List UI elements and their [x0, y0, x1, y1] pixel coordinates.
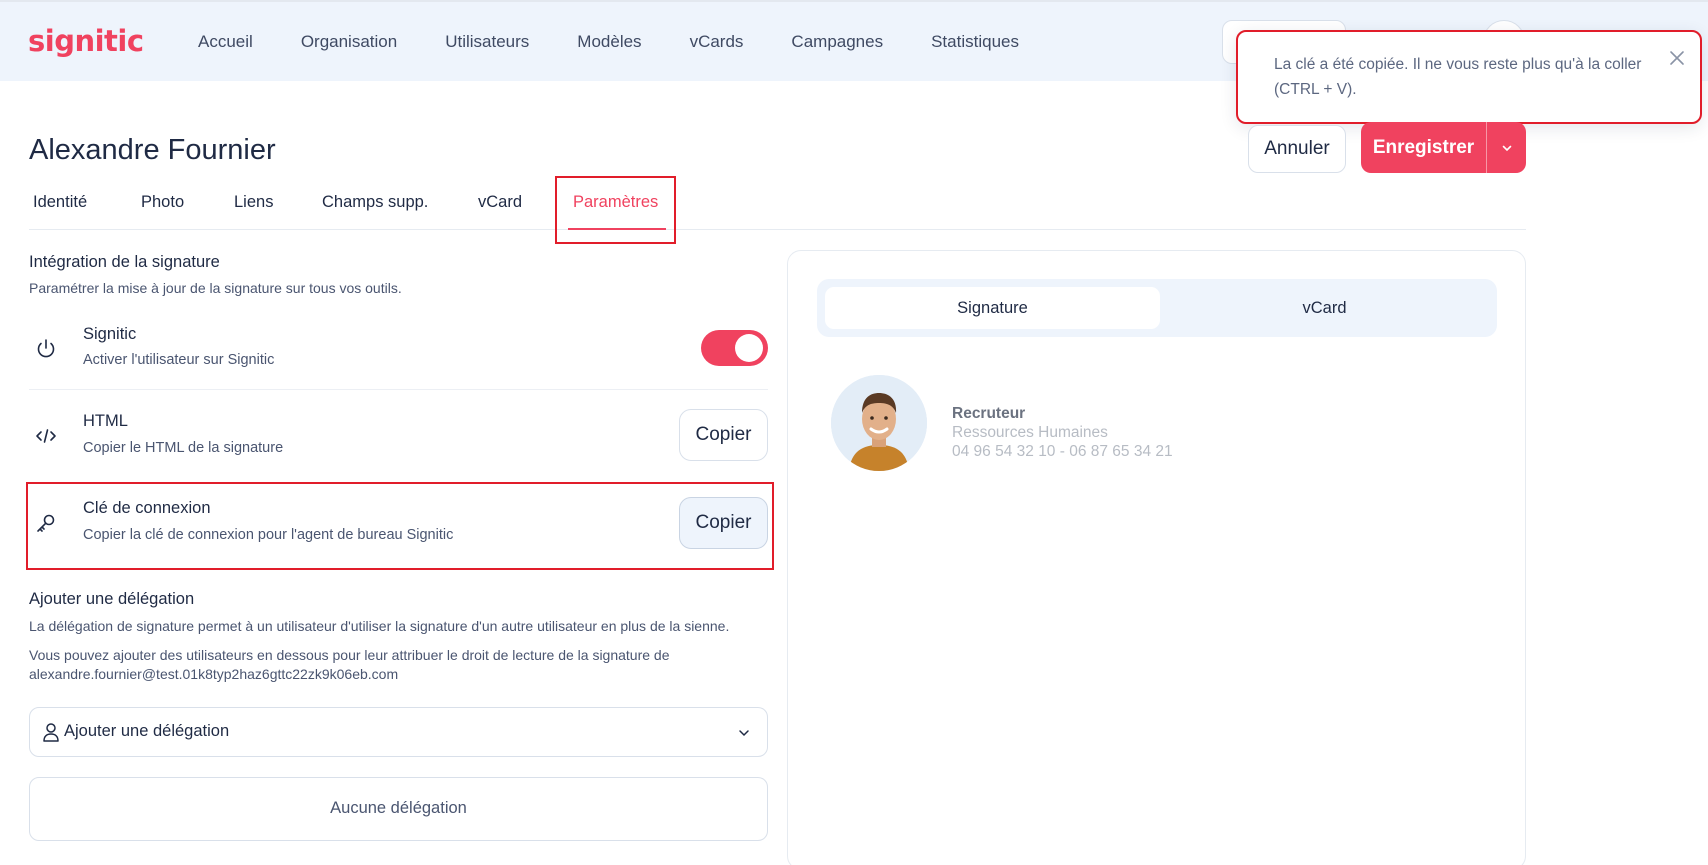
- user-tabs: Identité Photo Liens Champs supp. vCard …: [29, 190, 1526, 230]
- signitic-toggle[interactable]: [701, 330, 768, 366]
- tab-vcard[interactable]: vCard: [478, 193, 522, 212]
- page-title: Alexandre Fournier: [29, 134, 276, 166]
- copy-success-toast: La clé a été copiée. Il ne vous reste pl…: [1236, 30, 1702, 124]
- copy-html-button[interactable]: Copier: [679, 409, 768, 461]
- delegation-empty-state: Aucune délégation: [29, 777, 768, 841]
- preview-tab-vcard[interactable]: vCard: [1157, 287, 1492, 329]
- row-divider: [29, 389, 768, 390]
- key-row-highlight-box: [26, 482, 774, 570]
- signature-photo: [831, 375, 927, 471]
- delegation-email: alexandre.fournier@test.01k8typ2haz6gttc…: [29, 666, 399, 682]
- main-nav: Accueil Organisation Utilisateurs Modèle…: [198, 32, 1067, 52]
- tab-photo[interactable]: Photo: [141, 193, 184, 212]
- row-desc-html: Copier le HTML de la signature: [83, 440, 284, 456]
- save-options-button[interactable]: [1487, 122, 1526, 173]
- nav-item-accueil[interactable]: Accueil: [198, 32, 253, 52]
- signature-preview-panel: Signature vCard Recruteur Ressources Hum…: [787, 250, 1526, 865]
- signature-phones: 04 96 54 32 10 - 06 87 65 34 21: [952, 443, 1173, 460]
- delegation-description: La délégation de signature permet à un u…: [29, 618, 730, 634]
- nav-item-campagnes[interactable]: Campagnes: [791, 32, 883, 52]
- tab-highlight-box: [555, 176, 676, 244]
- integration-title: Intégration de la signature: [29, 253, 220, 271]
- row-desc-signitic: Activer l'utilisateur sur Signitic: [83, 352, 275, 368]
- row-title-signitic: Signitic: [83, 325, 137, 343]
- toggle-knob: [735, 334, 763, 362]
- tab-champs-supp[interactable]: Champs supp.: [322, 193, 428, 212]
- signature-role: Recruteur: [952, 405, 1026, 422]
- delegation-info: Vous pouvez ajouter des utilisateurs en …: [29, 647, 670, 663]
- nav-item-vcards[interactable]: vCards: [690, 32, 744, 52]
- delegation-title: Ajouter une délégation: [29, 590, 195, 608]
- preview-toggle: Signature vCard: [817, 279, 1497, 337]
- chevron-down-icon: [1502, 145, 1511, 151]
- tab-liens[interactable]: Liens: [234, 193, 273, 212]
- toast-message: La clé a été copiée. Il ne vous reste pl…: [1274, 56, 1642, 98]
- code-icon: [36, 429, 56, 443]
- add-delegation-label: Ajouter une délégation: [64, 722, 230, 740]
- close-icon[interactable]: [1665, 46, 1689, 70]
- user-icon: [43, 723, 59, 742]
- add-delegation-select[interactable]: Ajouter une délégation: [29, 707, 768, 757]
- signitic-logo[interactable]: signitic: [28, 24, 144, 58]
- tab-identite[interactable]: Identité: [33, 193, 87, 212]
- nav-item-statistiques[interactable]: Statistiques: [931, 32, 1019, 52]
- chevron-down-icon: [739, 730, 749, 737]
- empty-delegation-label: Aucune délégation: [330, 799, 467, 817]
- signature-department: Ressources Humaines: [952, 424, 1108, 441]
- row-title-html: HTML: [83, 412, 128, 430]
- save-button[interactable]: Enregistrer: [1361, 122, 1487, 173]
- save-button-group: Enregistrer: [1361, 122, 1526, 173]
- cancel-button[interactable]: Annuler: [1248, 125, 1346, 173]
- person-photo-icon: [831, 375, 927, 471]
- nav-item-utilisateurs[interactable]: Utilisateurs: [445, 32, 529, 52]
- power-icon: [37, 339, 55, 358]
- nav-item-organisation[interactable]: Organisation: [301, 32, 397, 52]
- integration-description: Paramétrer la mise à jour de la signatur…: [29, 280, 402, 296]
- nav-item-modeles[interactable]: Modèles: [577, 32, 641, 52]
- preview-tab-signature[interactable]: Signature: [825, 287, 1160, 329]
